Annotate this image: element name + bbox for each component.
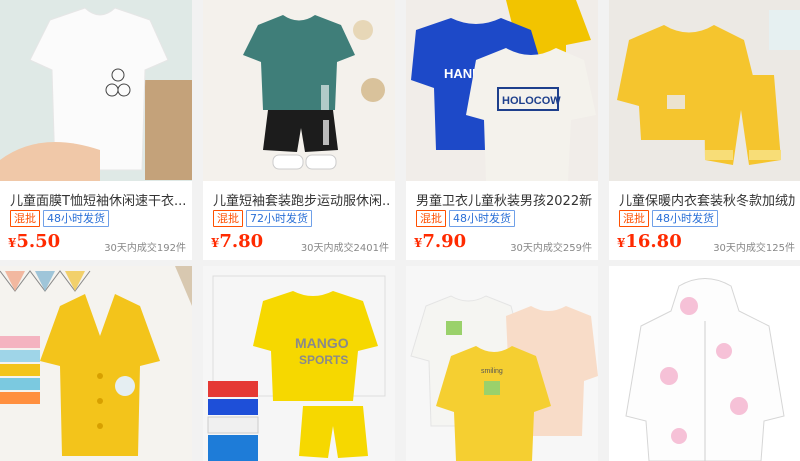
teal-sport-set-image bbox=[203, 0, 395, 181]
product-grid: 儿童面膜T恤短袖休闲速干衣... 混批 48小时发货 ¥5.50 30天内成交1… bbox=[0, 0, 800, 461]
product-title[interactable]: 儿童保暖内衣套装秋冬款加绒加... bbox=[619, 190, 795, 209]
product-image-8[interactable] bbox=[609, 266, 800, 461]
sports-print-text: SPORTS bbox=[299, 353, 348, 367]
shipping-badge: 48小时发货 bbox=[449, 210, 515, 227]
product-card-5[interactable] bbox=[0, 266, 192, 461]
product-image-3[interactable]: HANDS HOLOCOW bbox=[406, 0, 598, 181]
yellow-thermal-set-image bbox=[609, 0, 800, 181]
product-image-1[interactable] bbox=[0, 0, 192, 181]
sales-count: 30天内成交125件 bbox=[713, 243, 795, 254]
shipping-badge: 72小时发货 bbox=[246, 210, 312, 227]
mixed-batch-badge: 混批 bbox=[10, 210, 40, 227]
mixed-batch-badge: 混批 bbox=[213, 210, 243, 227]
product-image-7[interactable]: smiling bbox=[406, 266, 598, 461]
mixed-batch-badge: 混批 bbox=[416, 210, 446, 227]
price: ¥16.80 bbox=[617, 231, 682, 252]
product-title[interactable]: 儿童短袖套装跑步运动服休闲... bbox=[213, 190, 389, 209]
price: ¥5.50 bbox=[8, 231, 61, 252]
svg-text:HOLOCOW: HOLOCOW bbox=[502, 95, 561, 107]
hooded-jacket-image bbox=[609, 266, 800, 461]
mango-sports-set-image: MANGO SPORTS bbox=[203, 266, 395, 461]
product-card-8[interactable] bbox=[609, 266, 800, 461]
yellow-cardigan-image bbox=[0, 266, 192, 461]
sales-count: 30天内成交192件 bbox=[104, 243, 186, 254]
product-card-3[interactable]: HANDS HOLOCOW 男童卫衣儿童秋装男孩2022新... 混批 48小时… bbox=[406, 0, 598, 260]
smiley-sweaters-image: smiling bbox=[406, 266, 598, 461]
product-card-6[interactable]: MANGO SPORTS bbox=[203, 266, 395, 461]
mixed-batch-badge: 混批 bbox=[619, 210, 649, 227]
hoodies-image: HANDS HOLOCOW bbox=[406, 0, 598, 181]
product-card-1[interactable]: 儿童面膜T恤短袖休闲速干衣... 混批 48小时发货 ¥5.50 30天内成交1… bbox=[0, 0, 192, 260]
product-image-2[interactable] bbox=[203, 0, 395, 181]
shipping-badge: 48小时发货 bbox=[43, 210, 109, 227]
product-image-5[interactable] bbox=[0, 266, 192, 461]
product-card-2[interactable]: 儿童短袖套装跑步运动服休闲... 混批 72小时发货 ¥7.80 30天内成交2… bbox=[203, 0, 395, 260]
product-title[interactable]: 男童卫衣儿童秋装男孩2022新... bbox=[416, 190, 592, 209]
smiling-print-text: smiling bbox=[481, 368, 503, 375]
sales-count: 30天内成交259件 bbox=[510, 243, 592, 254]
product-image-6[interactable]: MANGO SPORTS bbox=[203, 266, 395, 461]
product-card-4[interactable]: 儿童保暖内衣套装秋冬款加绒加... 混批 48小时发货 ¥16.80 30天内成… bbox=[609, 0, 800, 260]
product-title[interactable]: 儿童面膜T恤短袖休闲速干衣... bbox=[10, 190, 186, 209]
product-image-4[interactable] bbox=[609, 0, 800, 181]
price: ¥7.80 bbox=[211, 231, 264, 252]
mango-print-text: MANGO bbox=[295, 335, 349, 351]
sales-count: 30天内成交2401件 bbox=[300, 243, 389, 254]
price: ¥7.90 bbox=[414, 231, 467, 252]
product-card-7[interactable]: smiling bbox=[406, 266, 598, 461]
white-tshirt-image bbox=[0, 0, 192, 181]
shipping-badge: 48小时发货 bbox=[652, 210, 718, 227]
